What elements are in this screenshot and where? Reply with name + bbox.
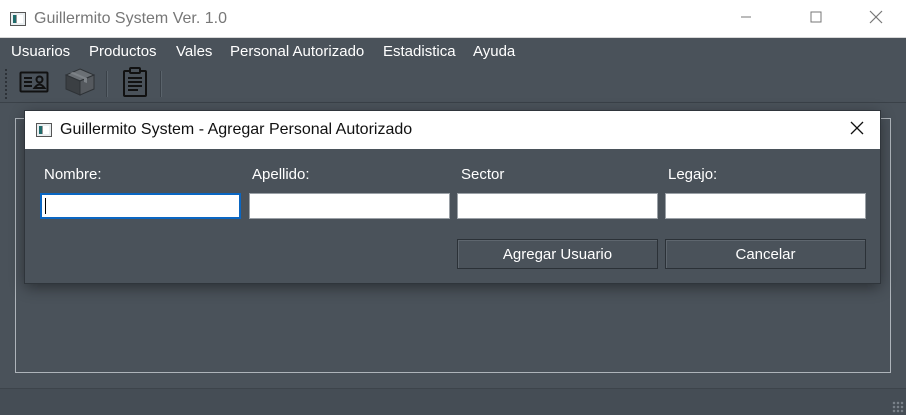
menu-estadistica[interactable]: Estadistica [383,43,456,60]
app-window-icon [10,12,26,26]
sector-input[interactable] [457,193,658,219]
maximize-button[interactable] [793,0,839,37]
sector-label: Sector [461,166,505,183]
toolbar-separator [106,71,108,97]
cancelar-button[interactable]: Cancelar [665,239,866,269]
add-personal-dialog: Guillermito System - Agregar Personal Au… [25,111,880,283]
status-bar [0,388,906,415]
minimize-icon [740,10,752,27]
menu-productos[interactable]: Productos [89,43,157,60]
text-caret [45,198,46,214]
window-title: Guillermito System Ver. 1.0 [34,10,227,27]
legajo-input[interactable] [665,193,866,219]
dialog-title: Guillermito System - Agregar Personal Au… [60,121,413,138]
toolbar-separator [160,71,162,97]
main-titlebar: Guillermito System Ver. 1.0 [0,0,906,38]
menu-ayuda[interactable]: Ayuda [473,43,515,60]
toolbar [0,66,906,103]
agregar-usuario-button[interactable]: Agregar Usuario [457,239,658,269]
toolbar-usuarios-button[interactable] [18,68,50,100]
nombre-input[interactable] [40,193,241,219]
menu-usuarios[interactable]: Usuarios [11,43,70,60]
legajo-label: Legajo: [668,166,718,183]
menu-vales[interactable]: Vales [176,43,212,60]
menu-bar: Usuarios Productos Vales Personal Autori… [0,38,906,66]
apellido-label: Apellido: [252,166,310,183]
maximize-icon [810,10,822,27]
menu-personal-autorizado[interactable]: Personal Autorizado [230,43,364,60]
minimize-button[interactable] [723,0,769,37]
close-icon [850,121,864,139]
dialog-window-icon [36,123,52,137]
resize-grip[interactable] [892,401,904,413]
toolbar-grip[interactable] [5,69,7,99]
toolbar-productos-button[interactable] [64,68,96,100]
close-icon [869,10,883,28]
dialog-titlebar: Guillermito System - Agregar Personal Au… [25,111,880,149]
apellido-input[interactable] [249,193,450,219]
toolbar-vales-button[interactable] [119,67,151,101]
id-card-icon [19,70,49,98]
package-box-icon [64,67,96,101]
nombre-label: Nombre: [44,166,102,183]
dialog-close-button[interactable] [834,111,880,149]
close-button[interactable] [853,0,899,37]
clipboard-list-icon [122,67,148,101]
